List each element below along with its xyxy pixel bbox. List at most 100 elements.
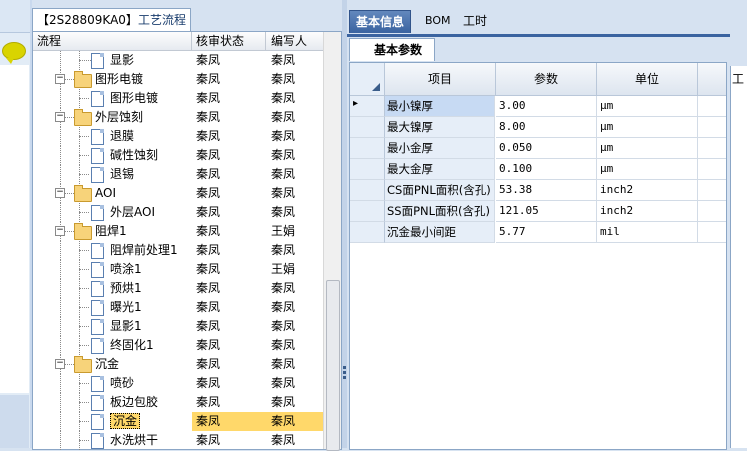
- param-value-cell[interactable]: 8.00: [496, 117, 597, 138]
- review-status-cell: 秦凤: [196, 319, 221, 333]
- folder-icon: [74, 223, 92, 240]
- param-name-cell[interactable]: 最大镍厚: [385, 117, 495, 138]
- tree-row[interactable]: 喷涂1 秦凤 王娟: [33, 260, 323, 279]
- grid-row[interactable]: 沉金最小间距 5.77 mil: [350, 222, 726, 243]
- tab-work-hours[interactable]: 工时: [457, 10, 493, 32]
- grid-corner[interactable]: [350, 63, 385, 96]
- grid-header-value[interactable]: 参数: [496, 63, 597, 96]
- tree-folder-row[interactable]: − 阻焊1 秦凤 王娟: [33, 222, 323, 241]
- tree-row[interactable]: 终固化1 秦凤 秦凤: [33, 336, 323, 355]
- tab-basic-params[interactable]: 基本参数: [349, 38, 436, 61]
- param-unit-cell[interactable]: mil: [597, 222, 698, 243]
- tree-row-label: 预烘1: [110, 281, 142, 295]
- row-header[interactable]: [350, 138, 385, 159]
- writer-cell: 秦凤: [271, 186, 296, 200]
- grid-row[interactable]: ▸ 最小镍厚 3.00 μm: [350, 96, 726, 117]
- param-name-cell[interactable]: 沉金最小间距: [385, 222, 495, 243]
- chat-bubble-icon[interactable]: [2, 42, 26, 64]
- grid-row[interactable]: 最大镍厚 8.00 μm: [350, 117, 726, 138]
- left-side-strip: [0, 0, 31, 448]
- row-header[interactable]: [350, 159, 385, 180]
- param-name-cell[interactable]: 最大金厚: [385, 159, 495, 180]
- far-right-tab[interactable]: 工: [732, 70, 744, 87]
- tree-folder-row[interactable]: − AOI 秦凤 秦凤: [33, 184, 323, 203]
- param-unit-cell[interactable]: μm: [597, 117, 698, 138]
- document-icon: [91, 433, 104, 449]
- row-header[interactable]: [350, 201, 385, 222]
- tree-row[interactable]: 板边包胶 秦凤 秦凤: [33, 393, 323, 412]
- tree-row[interactable]: 水洗烘干 秦凤 秦凤: [33, 431, 323, 450]
- writer-cell: 秦凤: [271, 395, 296, 409]
- tab-basic-info[interactable]: 基本信息: [349, 10, 412, 33]
- tree-guide-line: [79, 136, 89, 137]
- param-value-cell[interactable]: 0.100: [496, 159, 597, 180]
- collapse-minus-icon[interactable]: −: [55, 359, 65, 369]
- grid-header-unit[interactable]: 单位: [597, 63, 698, 96]
- grid-row[interactable]: 最小金厚 0.050 μm: [350, 138, 726, 159]
- tree-row[interactable]: 退膜 秦凤 秦凤: [33, 127, 323, 146]
- tree-guide-line: [60, 203, 61, 222]
- tree-guide-line: [79, 440, 89, 441]
- tree-row-label: 沉金: [95, 357, 120, 371]
- column-header-writer[interactable]: 编写人: [267, 32, 322, 50]
- row-header[interactable]: ▸: [350, 96, 385, 117]
- tree-row[interactable]: 退锡 秦凤 秦凤: [33, 165, 323, 184]
- row-header[interactable]: [350, 117, 385, 138]
- param-value-cell[interactable]: 0.050: [496, 138, 597, 159]
- row-header[interactable]: [350, 222, 385, 243]
- collapse-minus-icon[interactable]: −: [55, 112, 65, 122]
- grid-row[interactable]: 最大金厚 0.100 μm: [350, 159, 726, 180]
- param-name-cell[interactable]: 最小金厚: [385, 138, 495, 159]
- grid-header-item[interactable]: 项目: [385, 63, 496, 96]
- param-unit-cell[interactable]: μm: [597, 138, 698, 159]
- tree-row[interactable]: 沉金 秦凤 秦凤: [33, 412, 327, 431]
- param-name-cell[interactable]: CS面PNL面积(含孔): [385, 180, 495, 201]
- tree-row-label: 喷涂1: [110, 262, 142, 276]
- tree-row[interactable]: 图形电镀 秦凤 秦凤: [33, 89, 323, 108]
- tree-row-name: 退锡: [110, 165, 134, 184]
- tree-folder-row[interactable]: − 外层蚀刻 秦凤 秦凤: [33, 108, 323, 127]
- param-unit-cell[interactable]: μm: [597, 96, 698, 117]
- filler-cell: [698, 138, 726, 159]
- grid-row[interactable]: SS面PNL面积(含孔) 121.05 inch2: [350, 201, 726, 222]
- collapse-minus-icon[interactable]: −: [55, 74, 65, 84]
- tree-row[interactable]: 显影 秦凤 秦凤: [33, 51, 323, 70]
- tree-row[interactable]: 喷砂 秦凤 秦凤: [33, 374, 323, 393]
- writer-cell: 秦凤: [271, 110, 296, 124]
- writer-cell: 秦凤: [271, 129, 296, 143]
- param-value-cell[interactable]: 3.00: [496, 96, 597, 117]
- tree-guide-line: [79, 98, 89, 99]
- tree-row[interactable]: 阻焊前处理1 秦凤 秦凤: [33, 241, 323, 260]
- collapse-minus-icon[interactable]: −: [55, 188, 65, 198]
- tree-vertical-scrollbar[interactable]: [323, 32, 341, 451]
- scrollbar-thumb[interactable]: [326, 280, 340, 451]
- tree-folder-row[interactable]: − 沉金 秦凤 秦凤: [33, 355, 323, 374]
- tab-process-flow[interactable]: 【2S28809KA0】工艺流程: [32, 8, 191, 31]
- tree-row[interactable]: 曝光1 秦凤 秦凤: [33, 298, 323, 317]
- tree-row[interactable]: 显影1 秦凤 秦凤: [33, 317, 323, 336]
- tree-folder-row[interactable]: − 图形电镀 秦凤 秦凤: [33, 70, 323, 89]
- tab-bom[interactable]: BOM: [419, 10, 457, 32]
- param-value-cell[interactable]: 5.77: [496, 222, 597, 243]
- tree-row[interactable]: 外层AOI 秦凤 秦凤: [33, 203, 323, 222]
- review-status-cell: 秦凤: [196, 433, 221, 447]
- param-value-cell[interactable]: 121.05: [496, 201, 597, 222]
- tree-row[interactable]: 碱性蚀刻 秦凤 秦凤: [33, 146, 323, 165]
- review-status-cell: 秦凤: [196, 357, 221, 371]
- param-name-cell[interactable]: 最小镍厚: [385, 96, 495, 117]
- param-unit-cell[interactable]: inch2: [597, 180, 698, 201]
- tree-guide-line: [60, 317, 61, 336]
- writer-cell: 秦凤: [271, 433, 296, 447]
- column-header-flow[interactable]: 流程: [33, 32, 192, 50]
- tree-guide-line: [79, 326, 89, 327]
- grid-row[interactable]: CS面PNL面积(含孔) 53.38 inch2: [350, 180, 726, 201]
- column-header-review-status[interactable]: 核审状态: [192, 32, 266, 50]
- tree-row-name: 显影: [110, 51, 134, 70]
- param-unit-cell[interactable]: inch2: [597, 201, 698, 222]
- param-name-cell[interactable]: SS面PNL面积(含孔): [385, 201, 495, 222]
- param-unit-cell[interactable]: μm: [597, 159, 698, 180]
- row-header[interactable]: [350, 180, 385, 201]
- collapse-minus-icon[interactable]: −: [55, 226, 65, 236]
- tree-row[interactable]: 预烘1 秦凤 秦凤: [33, 279, 323, 298]
- param-value-cell[interactable]: 53.38: [496, 180, 597, 201]
